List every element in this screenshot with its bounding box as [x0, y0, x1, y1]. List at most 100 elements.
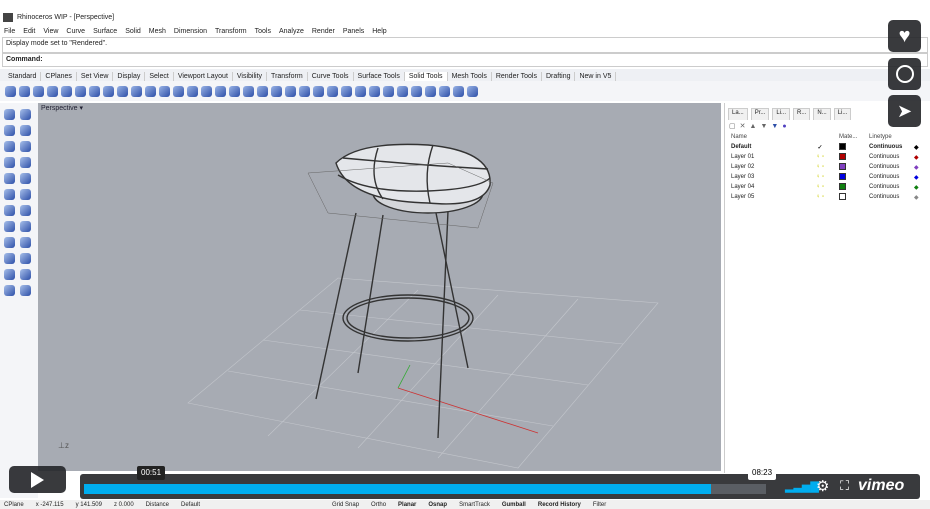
print-color-icon[interactable]: ◆ — [914, 194, 919, 201]
left-tool-icon[interactable] — [4, 221, 15, 232]
solid-tool-icon[interactable] — [355, 85, 366, 97]
layer-row[interactable]: Layer 03 ♀ ▫ Continuous ◆ — [725, 172, 930, 182]
left-tool-icon[interactable] — [20, 141, 31, 152]
solid-tool-icon[interactable] — [257, 85, 268, 97]
solid-tool-icon[interactable] — [117, 85, 128, 97]
solid-tool-icon[interactable] — [103, 85, 114, 97]
filter-icon[interactable]: ▼ — [771, 123, 778, 130]
menu-panels[interactable]: Panels — [343, 28, 364, 35]
solid-tool-icon[interactable] — [411, 85, 422, 97]
left-tool-icon[interactable] — [20, 109, 31, 120]
solid-tool-icon[interactable] — [271, 85, 282, 97]
solid-tool-icon[interactable] — [89, 85, 100, 97]
solid-tool-icon[interactable] — [453, 85, 464, 97]
menu-tools[interactable]: Tools — [255, 28, 271, 35]
layer-row[interactable]: Layer 05 ♀ ▫ Continuous ◆ — [725, 192, 930, 202]
lock-icon[interactable]: ▫ — [822, 164, 824, 170]
left-tool-icon[interactable] — [20, 157, 31, 168]
lightbulb-icon[interactable]: ♀ — [816, 174, 821, 180]
solid-tool-icon[interactable] — [467, 85, 478, 97]
perspective-viewport[interactable]: Perspective ▾ ⊥z — [38, 103, 721, 471]
help-icon[interactable]: ● — [782, 123, 786, 130]
menu-solid[interactable]: Solid — [125, 28, 141, 35]
solid-tool-icon[interactable] — [19, 85, 30, 97]
panel-tab-properties[interactable]: Pr... — [750, 108, 770, 120]
tab-drafting[interactable]: Drafting — [542, 72, 576, 81]
left-tool-icon[interactable] — [20, 205, 31, 216]
solid-tool-icon[interactable] — [229, 85, 240, 97]
print-color-icon[interactable]: ◆ — [914, 154, 919, 161]
layer-linetype[interactable]: Continuous — [869, 174, 914, 180]
tab-transform[interactable]: Transform — [267, 72, 308, 81]
tab-solid-tools[interactable]: Solid Tools — [404, 72, 448, 81]
left-tool-icon[interactable] — [4, 237, 15, 248]
layer-linetype[interactable]: Continuous — [869, 184, 914, 190]
left-tool-icon[interactable] — [4, 141, 15, 152]
down-icon[interactable]: ▼ — [760, 123, 767, 130]
solid-tool-icon[interactable] — [187, 85, 198, 97]
delete-icon[interactable]: ✕ — [740, 122, 746, 130]
layer-row[interactable]: Layer 01 ♀ ▫ Continuous ◆ — [725, 152, 930, 162]
menu-render[interactable]: Render — [312, 28, 335, 35]
solid-tool-icon[interactable] — [215, 85, 226, 97]
menu-transform[interactable]: Transform — [215, 28, 247, 35]
osnap-toggle[interactable]: Osnap — [428, 502, 447, 508]
menu-analyze[interactable]: Analyze — [279, 28, 304, 35]
left-tool-icon[interactable] — [4, 173, 15, 184]
lightbulb-icon[interactable]: ♀ — [816, 184, 821, 190]
menu-help[interactable]: Help — [372, 28, 386, 35]
solid-tool-icon[interactable] — [243, 85, 254, 97]
viewport-label[interactable]: Perspective ▾ — [41, 104, 83, 112]
volume-icon[interactable]: ▂▃▅▇ — [785, 480, 819, 493]
left-tool-icon[interactable] — [4, 189, 15, 200]
layer-state[interactable]: ♀ ▫ — [801, 174, 839, 180]
tab-select[interactable]: Select — [145, 72, 174, 81]
layer-color-swatch[interactable] — [839, 162, 846, 170]
menu-surface[interactable]: Surface — [93, 28, 117, 35]
col-linetype[interactable]: Linetype — [869, 134, 914, 140]
menu-edit[interactable]: Edit — [23, 28, 35, 35]
left-tool-icon[interactable] — [4, 125, 15, 136]
vimeo-logo[interactable]: vimeo — [858, 477, 904, 495]
layer-row[interactable]: Default ✓ Continuous ◆ — [725, 142, 930, 152]
left-tool-icon[interactable] — [20, 125, 31, 136]
solid-tool-icon[interactable] — [341, 85, 352, 97]
col-material[interactable]: Mate... — [839, 134, 869, 140]
layer-color-swatch[interactable] — [839, 182, 846, 190]
like-button[interactable]: ♥ — [888, 20, 921, 52]
layer-color-swatch[interactable] — [839, 152, 846, 160]
tab-render-tools[interactable]: Render Tools — [492, 72, 542, 81]
tab-visibility[interactable]: Visibility — [233, 72, 268, 81]
lock-icon[interactable]: ▫ — [822, 174, 824, 180]
play-button[interactable] — [9, 466, 66, 493]
tab-display[interactable]: Display — [113, 72, 146, 81]
layer-state[interactable]: ✓ — [801, 144, 839, 151]
record-history-toggle[interactable]: Record History — [538, 502, 581, 508]
planar-toggle[interactable]: Planar — [398, 502, 416, 508]
left-tool-icon[interactable] — [4, 205, 15, 216]
solid-tool-icon[interactable] — [299, 85, 310, 97]
solid-tool-icon[interactable] — [327, 85, 338, 97]
left-tool-icon[interactable] — [20, 253, 31, 264]
layer-linetype[interactable]: Continuous — [869, 164, 914, 170]
lightbulb-icon[interactable]: ♀ — [816, 194, 821, 200]
tab-surface-tools[interactable]: Surface Tools — [354, 72, 405, 81]
new-layer-icon[interactable]: ▢ — [729, 122, 736, 130]
print-color-icon[interactable]: ◆ — [914, 184, 919, 191]
menu-mesh[interactable]: Mesh — [149, 28, 166, 35]
solid-tool-icon[interactable] — [369, 85, 380, 97]
lightbulb-icon[interactable]: ♀ — [816, 164, 821, 170]
layer-row[interactable]: Layer 04 ♀ ▫ Continuous ◆ — [725, 182, 930, 192]
layer-state[interactable]: ♀ ▫ — [801, 164, 839, 170]
solid-tool-icon[interactable] — [397, 85, 408, 97]
fullscreen-icon[interactable]: ⛶ — [840, 478, 849, 494]
print-color-icon[interactable]: ◆ — [914, 144, 919, 151]
solid-tool-icon[interactable] — [47, 85, 58, 97]
solid-tool-icon[interactable] — [201, 85, 212, 97]
panel-tab-libraries[interactable]: Li... — [772, 108, 791, 120]
menu-file[interactable]: File — [4, 28, 15, 35]
share-button[interactable]: ➤ — [888, 95, 921, 127]
lock-icon[interactable]: ▫ — [822, 184, 824, 190]
settings-icon[interactable]: ⚙ — [816, 477, 829, 495]
layer-state[interactable]: ♀ ▫ — [801, 184, 839, 190]
